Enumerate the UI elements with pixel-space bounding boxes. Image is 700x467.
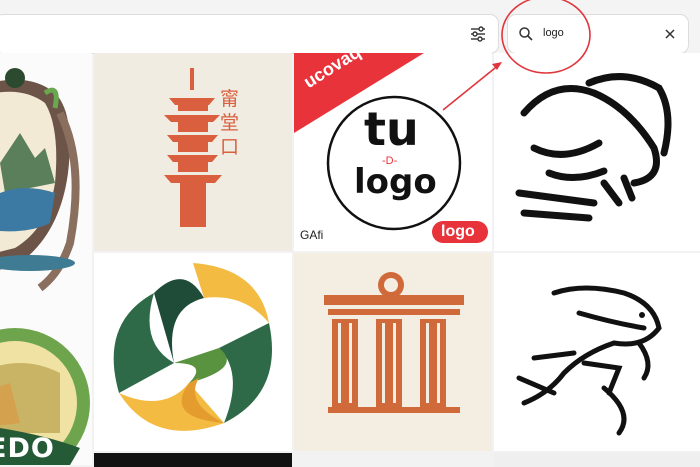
- swirl-logo-tile[interactable]: [94, 253, 292, 451]
- search-query[interactable]: logo: [543, 26, 564, 40]
- tu-main-top: tu: [364, 102, 419, 156]
- frog-line-logo-tile[interactable]: [494, 53, 700, 251]
- top-bar: logo: [0, 0, 700, 56]
- bottom-tile-strip-dark: [94, 453, 292, 467]
- bottom-tile-strip-light: [494, 453, 700, 467]
- tu-main-bottom: logo: [354, 162, 437, 202]
- crest-label: EDO: [0, 433, 55, 464]
- pagoda-logo-tile[interactable]: 甯 堂 口: [94, 53, 292, 251]
- main-search-bar[interactable]: [0, 14, 499, 54]
- tu-logo-tile[interactable]: ucovaq tu -D- logo logo GAfi: [294, 53, 492, 251]
- tu-pill-text: logo: [441, 223, 475, 240]
- lizard-line-logo-tile[interactable]: [494, 253, 700, 451]
- tu-corner-mark: GAfi: [300, 228, 324, 242]
- columns-logo-tile[interactable]: [294, 253, 492, 451]
- search-input[interactable]: logo: [507, 14, 689, 54]
- sliders-icon[interactable]: [468, 24, 488, 44]
- close-icon[interactable]: [662, 26, 678, 42]
- pagoda-glyphs: 甯 堂 口: [220, 89, 240, 158]
- crest-logo-tile[interactable]: EDO: [0, 53, 92, 465]
- search-icon: [518, 26, 534, 42]
